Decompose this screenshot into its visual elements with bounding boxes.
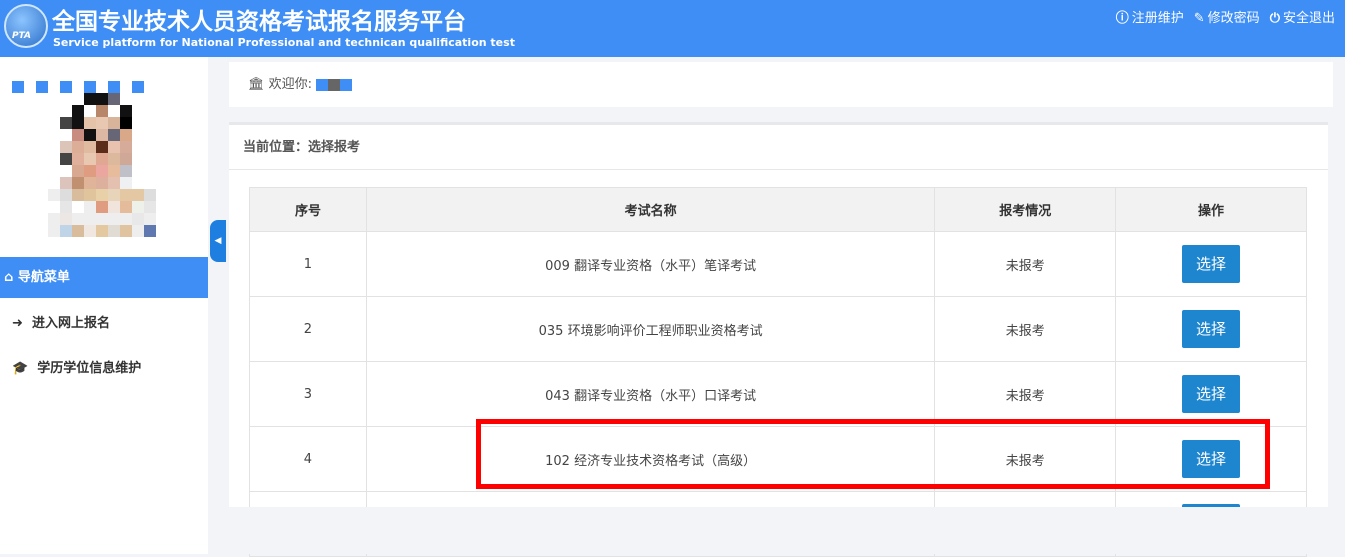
home-icon: ⌂ [4,270,14,285]
table-row: 2 035 环境影响评价工程师职业资格考试 未报考 选择 [249,296,1307,362]
welcome-bar: 🏛 欢迎你: [229,62,1333,107]
col-header-action: 操作 [1115,187,1307,232]
change-password-link[interactable]: ✎ 修改密码 [1194,7,1260,26]
col-header-status: 报考情况 [934,187,1117,232]
select-button[interactable]: 选择 [1182,375,1241,413]
welcome-label: 欢迎你: [268,77,313,92]
link-label: 修改密码 [1207,11,1260,26]
reg-status: 未报考 [934,296,1117,362]
sign-in-icon: ➜ [12,316,23,331]
col-header-name: 考试名称 [365,187,936,232]
site-title: 全国专业技术人员资格考试报名服务平台 [52,9,466,35]
table-row: 1 009 翻译专业资格（水平）笔译考试 未报考 选择 [249,231,1307,297]
sidebar-item-online-registration[interactable]: ➜ 进入网上报名 [12,312,110,331]
footer-area [208,507,1345,554]
edit-icon: ✎ [1193,11,1205,26]
logout-link[interactable]: ⏻ 安全退出 [1270,7,1335,26]
link-label: 安全退出 [1282,11,1335,26]
highlight-box [476,419,1270,489]
nav-title: 导航菜单 [17,270,70,285]
graduation-cap-icon: 🎓 [12,361,29,376]
site-subtitle: Service platform for National Profession… [53,36,515,49]
info-icon: ⓘ [1115,11,1129,26]
sidebar-item-label: 进入网上报名 [31,316,110,331]
select-button[interactable]: 选择 [1182,310,1241,348]
header: PTA 全国专业技术人员资格考试报名服务平台 Service platform … [0,0,1345,57]
sidebar: ⌂ 导航菜单 ➜ 进入网上报名 🎓 学历学位信息维护 [0,57,208,554]
pta-logo: PTA [4,4,48,48]
register-maintain-link[interactable]: ⓘ 注册维护 [1116,7,1184,26]
bank-icon: 🏛 [248,77,265,92]
sidebar-item-label: 学历学位信息维护 [37,361,142,376]
power-icon: ⏻ [1269,11,1280,26]
exam-name: 043 翻译专业资格（水平）口译考试 [365,361,936,427]
sidebar-item-education-info[interactable]: 🎓 学历学位信息维护 [12,357,141,376]
reg-status: 未报考 [934,231,1117,297]
breadcrumb: 当前位置：选择报考 [229,125,1328,170]
exam-name: 035 环境影响评价工程师职业资格考试 [365,296,936,362]
exam-table: 序号 考试名称 报考情况 操作 1 009 翻译专业资格（水平）笔译考试 未报考 选择… [249,187,1307,557]
row-no: 3 [249,361,367,427]
select-button[interactable]: 选择 [1182,245,1241,283]
reg-status: 未报考 [934,361,1117,427]
link-label: 注册维护 [1131,11,1184,26]
nav-menu-header[interactable]: ⌂ 导航菜单 [0,257,208,298]
table-row: 3 043 翻译专业资格（水平）口译考试 未报考 选择 [249,361,1307,427]
table-header-row: 序号 考试名称 报考情况 操作 [249,187,1307,232]
row-no: 4 [249,426,367,492]
col-header-no: 序号 [249,187,367,232]
row-no: 2 [249,296,367,362]
row-no: 1 [249,231,367,297]
sidebar-collapse-toggle[interactable]: ◀ [210,220,226,262]
username-redacted [316,78,353,91]
exam-name: 009 翻译专业资格（水平）笔译考试 [365,231,936,297]
caret-left-icon: ◀ [214,236,222,246]
